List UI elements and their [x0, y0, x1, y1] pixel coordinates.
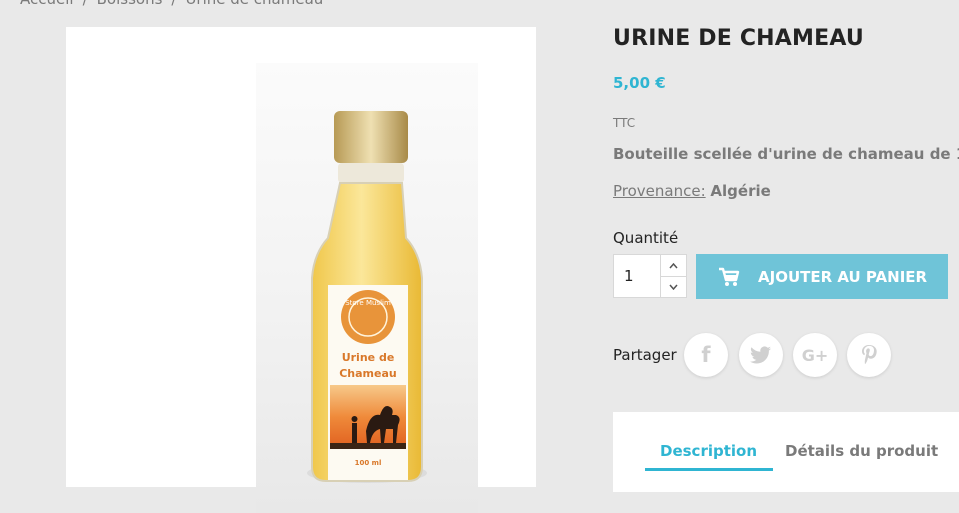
tab-product-details[interactable]: Détails du produit	[785, 442, 938, 460]
product-price: 5,00 €	[613, 74, 666, 92]
tab-description[interactable]: Description	[644, 442, 774, 471]
breadcrumb-current: Urine de chameau	[185, 0, 323, 8]
bottle-cap	[334, 111, 408, 163]
shopping-cart-icon	[718, 267, 740, 287]
google-plus-icon: G+	[801, 345, 829, 365]
quantity-input[interactable]: 1	[613, 254, 661, 298]
label-name-line2: Chameau	[339, 367, 397, 380]
product-short-description: Bouteille scellée d'urine de chameau de …	[613, 145, 959, 163]
breadcrumb-separator: /	[83, 0, 88, 8]
facebook-share-button[interactable]: f	[684, 333, 728, 377]
facebook-icon: f	[701, 343, 711, 367]
add-to-cart-label: AJOUTER AU PANIER	[758, 267, 928, 286]
product-image-card: Store Muslim Urine de Chameau 100 ml	[66, 27, 536, 513]
product-origin: Provenance: Algérie	[613, 182, 771, 200]
tax-label: TTC	[613, 116, 636, 130]
brand-seal-text: Store Muslim	[345, 299, 391, 307]
breadcrumb: Accueil / Boissons / Urine de chameau	[20, 0, 323, 8]
origin-value: Algérie	[710, 182, 771, 200]
breadcrumb-separator: /	[171, 0, 176, 8]
label-volume: 100 ml	[355, 459, 382, 467]
pinterest-icon	[862, 345, 877, 365]
google-plus-share-button[interactable]: G+	[793, 333, 837, 377]
product-title: URINE DE CHAMEAU	[613, 26, 864, 51]
chevron-up-icon[interactable]	[661, 255, 686, 277]
quantity-stepper	[661, 254, 687, 298]
pinterest-share-button[interactable]	[847, 333, 891, 377]
product-tabs: Description Détails du produit	[613, 412, 959, 492]
label-name-line1: Urine de	[342, 351, 395, 364]
bottle-illustration: Store Muslim Urine de Chameau 100 ml	[307, 111, 427, 483]
twitter-icon	[750, 346, 771, 364]
origin-label: Provenance:	[613, 182, 706, 200]
quantity-label: Quantité	[613, 229, 679, 247]
add-to-cart-button[interactable]: AJOUTER AU PANIER	[696, 254, 948, 299]
product-photo[interactable]: Store Muslim Urine de Chameau 100 ml	[256, 63, 478, 513]
share-label: Partager	[613, 346, 677, 364]
breadcrumb-home[interactable]: Accueil	[20, 0, 74, 8]
chevron-down-icon[interactable]	[661, 276, 686, 297]
twitter-share-button[interactable]	[739, 333, 783, 377]
breadcrumb-category[interactable]: Boissons	[97, 0, 163, 8]
